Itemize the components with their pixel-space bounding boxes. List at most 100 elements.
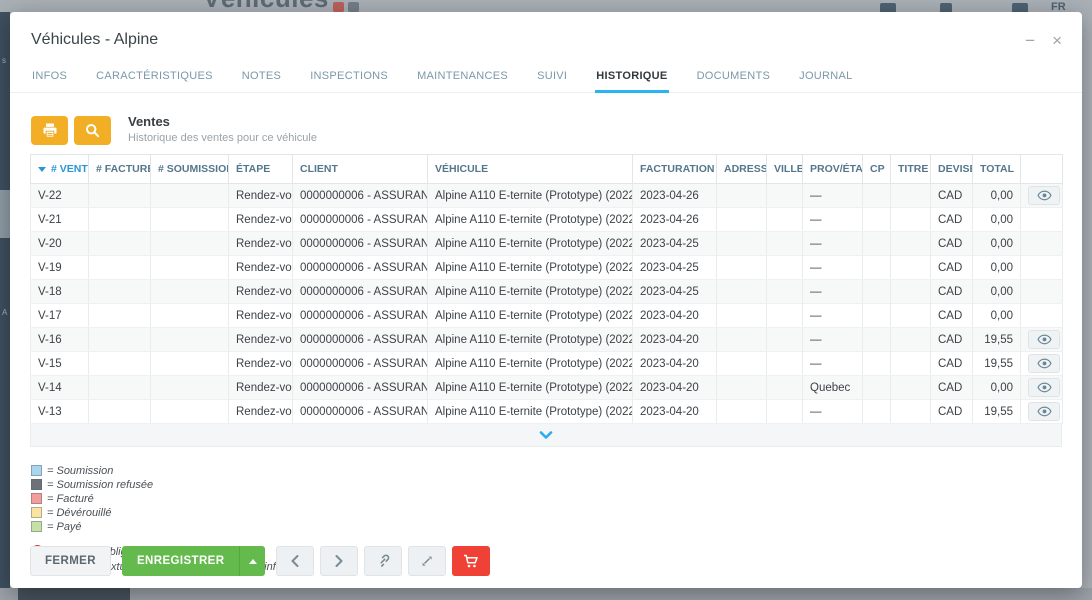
column-header-total[interactable]: TOTAL (973, 155, 1021, 184)
table-row[interactable]: V-13Rendez-vous0000000006 - ASSURANCEAlp… (31, 400, 1063, 424)
view-sale-button[interactable] (1028, 354, 1060, 373)
section-title: Ventes (128, 114, 317, 129)
column-header-vehicule[interactable]: VÉHICULE (428, 155, 633, 184)
load-more-row[interactable] (30, 424, 1062, 447)
table-row[interactable]: V-16Rendez-vous0000000006 - ASSURANCEAlp… (31, 328, 1063, 352)
cell-facture (89, 280, 151, 304)
column-header-devise[interactable]: DEVISE (931, 155, 973, 184)
table-row[interactable]: V-22Rendez-vous0000000006 - ASSURANCEAlp… (31, 184, 1063, 208)
save-options-button[interactable] (239, 546, 265, 576)
cell-total: 19,55 (973, 352, 1021, 376)
cell-facture (89, 400, 151, 424)
column-header-titre[interactable]: TITRE (891, 155, 931, 184)
table-row[interactable]: V-19Rendez-vous0000000006 - ASSURANCEAlp… (31, 256, 1063, 280)
view-sale-button[interactable] (1028, 330, 1060, 349)
column-header-vente[interactable]: # VENTE (31, 155, 89, 184)
column-header-adresse[interactable]: ADRESSE (717, 155, 767, 184)
column-header-facture[interactable]: # FACTURE (89, 155, 151, 184)
minimize-button[interactable]: − (1025, 32, 1035, 49)
cell-adresse (717, 256, 767, 280)
close-button[interactable]: FERMER (30, 546, 111, 576)
table-row[interactable]: V-17Rendez-vous0000000006 - ASSURANCEAlp… (31, 304, 1063, 328)
tab-documents[interactable]: DOCUMENTS (696, 62, 772, 93)
table-row[interactable]: V-18Rendez-vous0000000006 - ASSURANCEAlp… (31, 280, 1063, 304)
table-row[interactable]: V-15Rendez-vous0000000006 - ASSURANCEAlp… (31, 352, 1063, 376)
cell-soumission (151, 232, 229, 256)
close-icon[interactable]: × (1052, 32, 1062, 49)
cell-vehicule: Alpine A110 E-ternite (Prototype) (2022) (428, 208, 633, 232)
tab-journal[interactable]: JOURNAL (798, 62, 853, 93)
cell-client: 0000000006 - ASSURANCE (293, 376, 428, 400)
caret-up-icon (249, 559, 257, 564)
compress-button[interactable] (408, 546, 446, 576)
cell-adresse (717, 352, 767, 376)
cell-facturation: 2023-04-25 (633, 280, 717, 304)
search-icon (85, 123, 100, 138)
cell-prov_etat: — (803, 328, 863, 352)
table-row[interactable]: V-20Rendez-vous0000000006 - ASSURANCEAlp… (31, 232, 1063, 256)
cell-facture (89, 232, 151, 256)
column-header-client[interactable]: CLIENT (293, 155, 428, 184)
cell-client: 0000000006 - ASSURANCE (293, 328, 428, 352)
background-title-badge2-icon (348, 2, 359, 12)
cell-soumission (151, 304, 229, 328)
cell-facture (89, 376, 151, 400)
tab-infos[interactable]: INFOS (31, 62, 68, 93)
cell-facturation: 2023-04-25 (633, 232, 717, 256)
cell-vente: V-15 (31, 352, 89, 376)
cell-facturation: 2023-04-26 (633, 184, 717, 208)
column-header-prov_etat[interactable]: PROV/ÉTAT (803, 155, 863, 184)
save-button[interactable]: ENREGISTRER (122, 546, 239, 576)
column-header-ville[interactable]: VILLE (767, 155, 803, 184)
cell-facturation: 2023-04-20 (633, 328, 717, 352)
column-header-soumission[interactable]: # SOUMISSION (151, 155, 229, 184)
table-row[interactable]: V-14Rendez-vous0000000006 - ASSURANCEAlp… (31, 376, 1063, 400)
background-sidebar: s A (0, 12, 10, 588)
cell-adresse (717, 184, 767, 208)
cell-ville (767, 352, 803, 376)
tab-suivi[interactable]: SUIVI (536, 62, 568, 93)
tab-maintenances[interactable]: MAINTENANCES (416, 62, 509, 93)
cell-devise: CAD (931, 304, 973, 328)
cell-facturation: 2023-04-20 (633, 304, 717, 328)
view-sale-button[interactable] (1028, 378, 1060, 397)
column-header-facturation[interactable]: FACTURATION (633, 155, 717, 184)
copy-link-button[interactable] (364, 546, 402, 576)
view-sale-button[interactable] (1028, 402, 1060, 421)
cell-facturation: 2023-04-26 (633, 208, 717, 232)
cell-etape: Rendez-vous (229, 256, 293, 280)
cell-client: 0000000006 - ASSURANCE (293, 208, 428, 232)
tab-historique[interactable]: HISTORIQUE (595, 62, 668, 93)
cart-button[interactable] (452, 546, 490, 576)
cell-cp (863, 256, 891, 280)
tab-notes[interactable]: NOTES (241, 62, 282, 93)
table-header-row: # VENTE# FACTURE# SOUMISSIONÉTAPECLIENTV… (31, 155, 1063, 184)
cell-client: 0000000006 - ASSURANCE (293, 304, 428, 328)
sidebar-scroll-thumb (0, 190, 10, 238)
cell-facture (89, 208, 151, 232)
cell-vente: V-21 (31, 208, 89, 232)
print-button[interactable] (31, 116, 68, 145)
cell-titre (891, 376, 931, 400)
table-row[interactable]: V-21Rendez-vous0000000006 - ASSURANCEAlp… (31, 208, 1063, 232)
cell-vente: V-14 (31, 376, 89, 400)
next-record-button[interactable] (320, 546, 358, 576)
cell-prov_etat: — (803, 208, 863, 232)
cell-prov_etat: Quebec (803, 376, 863, 400)
search-button[interactable] (74, 116, 111, 145)
cell-titre (891, 328, 931, 352)
tab-caracteristiques[interactable]: CARACTÉRISTIQUES (95, 62, 214, 93)
eye-icon (1037, 190, 1052, 201)
cell-cp (863, 208, 891, 232)
column-header-cp[interactable]: CP (863, 155, 891, 184)
tab-inspections[interactable]: INSPECTIONS (309, 62, 389, 93)
cell-client: 0000000006 - ASSURANCE (293, 352, 428, 376)
column-header-etape[interactable]: ÉTAPE (229, 155, 293, 184)
cell-view (1021, 280, 1063, 304)
cell-vente: V-22 (31, 184, 89, 208)
table-body: V-22Rendez-vous0000000006 - ASSURANCEAlp… (31, 184, 1063, 424)
view-sale-button[interactable] (1028, 186, 1060, 205)
cell-total: 0,00 (973, 376, 1021, 400)
cell-etape: Rendez-vous (229, 184, 293, 208)
previous-record-button[interactable] (276, 546, 314, 576)
